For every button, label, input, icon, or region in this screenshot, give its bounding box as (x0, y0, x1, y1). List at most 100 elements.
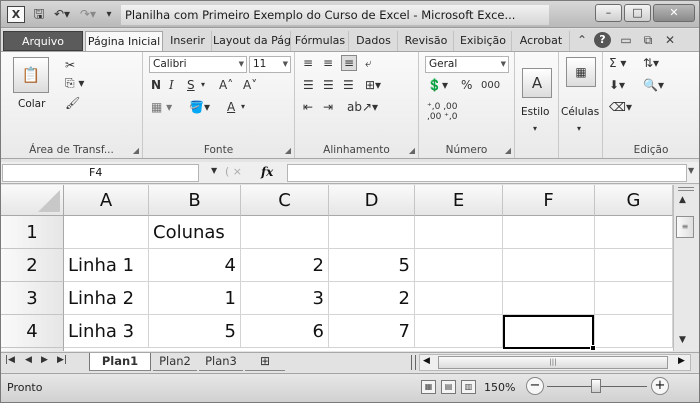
column-header[interactable]: A (64, 185, 149, 216)
tab-data[interactable]: Dados (350, 31, 398, 51)
font-color-dropdown-icon[interactable]: ▾ (241, 100, 245, 114)
cell-C1[interactable] (241, 216, 329, 249)
font-size-select[interactable]: 11 ▼ (249, 56, 291, 73)
row-header[interactable] (1, 348, 64, 351)
sheet-tab-plan3[interactable]: Plan3 (199, 353, 243, 371)
tab-review[interactable]: Revisão (399, 31, 454, 51)
number-format-select[interactable]: Geral ▼ (425, 56, 509, 73)
split-handle[interactable] (678, 187, 694, 191)
row-header[interactable]: 4 (1, 315, 64, 348)
horizontal-scrollbar[interactable]: ◀ ||| ▶ (419, 354, 691, 371)
save-icon[interactable]: 🖫 (31, 6, 47, 23)
normal-view-icon[interactable]: ▦ (421, 380, 436, 394)
font-name-select[interactable]: Calibri ▼ (149, 56, 247, 73)
cell-A1[interactable] (64, 216, 149, 249)
insert-sheet-icon[interactable]: ⊞ (245, 353, 285, 371)
row-header[interactable]: 2 (1, 249, 64, 282)
vertical-scrollbar[interactable]: ▲ ≡ ▼ (673, 185, 699, 351)
cell-E3[interactable] (415, 282, 503, 315)
zoom-in-button[interactable]: + (651, 377, 669, 395)
tab-insert[interactable]: Inserir (164, 31, 212, 51)
clear-icon[interactable]: ⌫▾ (609, 100, 632, 114)
cell-G4[interactable] (595, 315, 673, 348)
row-header[interactable]: 3 (1, 282, 64, 315)
ribbon-collapse-icon[interactable]: ⌃ (574, 32, 590, 48)
styles-icon[interactable]: A (522, 68, 552, 98)
cell-C4[interactable]: 6 (241, 315, 329, 348)
name-box[interactable]: F4 (2, 164, 199, 182)
next-sheet-icon[interactable]: ▶ (41, 355, 48, 365)
cell-A4[interactable]: Linha 3 (64, 315, 149, 348)
cell-D4[interactable]: 7 (329, 315, 415, 348)
borders-icon[interactable]: ▦ ▾ (151, 100, 172, 114)
prev-sheet-icon[interactable]: ◀ (25, 355, 32, 365)
underline-dropdown-icon[interactable]: ▾ (201, 78, 205, 92)
cell-G3[interactable] (595, 282, 673, 315)
sheet-tab-plan2[interactable]: Plan2 (153, 353, 197, 371)
column-header[interactable]: B (149, 185, 241, 216)
cancel-icon[interactable]: ( × (225, 165, 242, 178)
workbook-close-icon[interactable]: ✕ (662, 32, 678, 48)
cell-F3[interactable] (503, 282, 595, 315)
column-header[interactable]: F (503, 185, 595, 216)
scroll-left-icon[interactable]: ◀ (423, 356, 430, 366)
column-header[interactable]: E (415, 185, 503, 216)
cell-B2[interactable]: 4 (149, 249, 241, 282)
column-header[interactable]: D (329, 185, 415, 216)
expand-formula-icon[interactable]: ▼ (688, 166, 694, 175)
excel-icon[interactable]: X (7, 6, 25, 23)
wrap-text-icon[interactable]: ⤶ (365, 56, 372, 70)
quick-access-menu-icon[interactable]: ▾ (103, 6, 115, 23)
name-box-dropdown-icon[interactable]: ▼ (211, 166, 217, 175)
grow-font-button[interactable]: A˄ (219, 78, 233, 92)
merge-center-icon[interactable]: ⊞▾ (365, 78, 381, 92)
tab-page-layout[interactable]: Layout da Página (213, 31, 291, 51)
cells-icon[interactable]: ▦ (566, 57, 596, 87)
format-painter-icon[interactable]: 🖌 (65, 96, 80, 110)
zoom-out-button[interactable]: − (526, 377, 544, 395)
close-button[interactable]: ✕ (653, 4, 695, 22)
align-bottom-icon[interactable]: ≡ (341, 55, 358, 71)
tab-home[interactable]: Página Inicial (85, 31, 163, 51)
cell-C3[interactable]: 3 (241, 282, 329, 315)
row-header[interactable]: 1 (1, 216, 64, 249)
paste-icon[interactable]: 📋 (13, 57, 49, 93)
tab-split-handle[interactable] (411, 355, 416, 370)
cell-A2[interactable]: Linha 1 (64, 249, 149, 282)
cell-E4[interactable] (415, 315, 503, 348)
scroll-right-icon[interactable]: ▶ (678, 356, 685, 366)
cell-D3[interactable]: 2 (329, 282, 415, 315)
find-select-icon[interactable]: 🔍▾ (643, 78, 664, 92)
currency-icon[interactable]: 💲▾ (427, 78, 448, 92)
decrease-decimal-button[interactable]: ,00 ⁺,0 (427, 110, 458, 124)
shrink-font-button[interactable]: A˅ (243, 78, 257, 92)
cut-icon[interactable]: ✂ (65, 58, 75, 72)
cell-E2[interactable] (415, 249, 503, 282)
cell-E1[interactable] (415, 216, 503, 249)
align-middle-icon[interactable]: ≡ (323, 56, 333, 70)
select-all-button[interactable] (1, 185, 64, 216)
minimize-button[interactable]: – (595, 4, 622, 22)
page-layout-view-icon[interactable]: ▤ (441, 380, 456, 394)
fill-color-icon[interactable]: 🪣▾ (189, 100, 210, 114)
cell-G1[interactable] (595, 216, 673, 249)
last-sheet-icon[interactable]: ▶| (57, 355, 67, 365)
underline-button[interactable]: S (187, 78, 195, 92)
font-color-button[interactable]: A (227, 100, 235, 114)
zoom-level[interactable]: 150% (484, 381, 515, 394)
orientation-icon[interactable]: ab↗▾ (347, 100, 378, 114)
align-right-icon[interactable]: ☰ (343, 78, 354, 92)
cell-B1[interactable]: Colunas (149, 216, 241, 249)
cells-button[interactable]: Células (561, 106, 599, 118)
sort-filter-icon[interactable]: ⇅▾ (643, 56, 659, 70)
undo-icon[interactable]: ↶▾ (51, 6, 73, 23)
column-header[interactable]: C (241, 185, 329, 216)
tab-view[interactable]: Exibição (455, 31, 512, 51)
scroll-down-icon[interactable]: ▼ (679, 335, 686, 345)
workbook-minimize-icon[interactable]: ▭ (618, 32, 634, 48)
bold-button[interactable]: N (151, 78, 161, 92)
cell-F2[interactable] (503, 249, 595, 282)
tab-acrobat[interactable]: Acrobat (513, 31, 570, 51)
fill-icon[interactable]: ⬇▾ (609, 78, 625, 92)
help-icon[interactable]: ? (594, 32, 611, 48)
